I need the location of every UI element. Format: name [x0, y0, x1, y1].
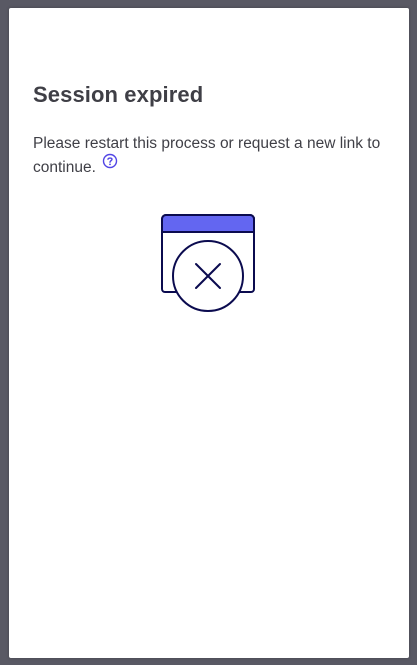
- session-expired-card: Session expired Please restart this proc…: [9, 8, 409, 658]
- message-text: Please restart this process or request a…: [33, 135, 381, 176]
- question-circle-icon[interactable]: [102, 153, 118, 177]
- page-title: Session expired: [33, 82, 204, 107]
- expired-window-x-icon: [160, 213, 260, 322]
- session-expired-message: Please restart this process or request a…: [33, 132, 393, 180]
